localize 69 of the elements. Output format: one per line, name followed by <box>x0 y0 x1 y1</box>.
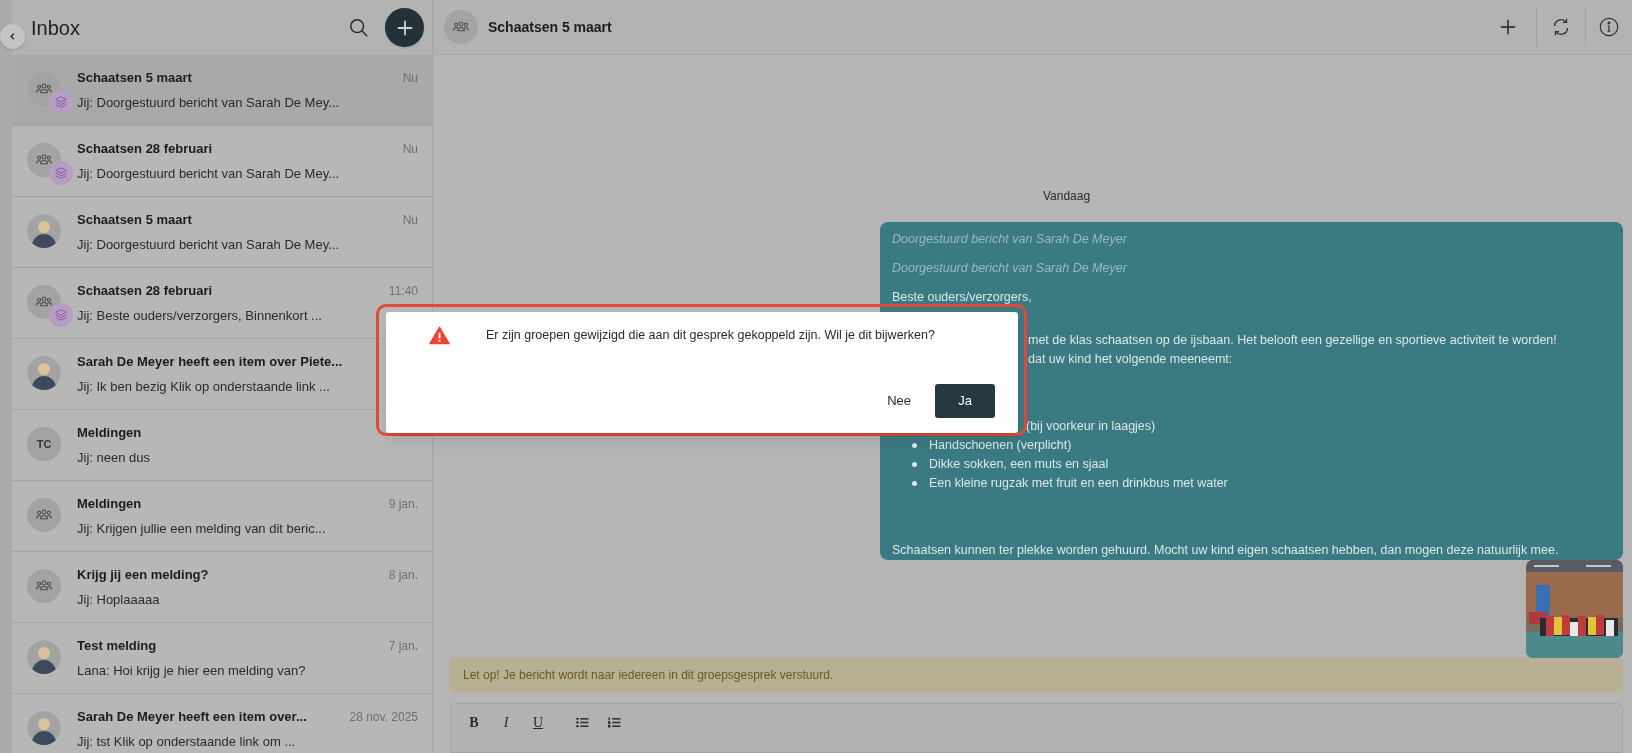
inbox-title: Inbox <box>31 15 81 41</box>
conversation-time: 7 jan. <box>388 637 418 655</box>
message-preview: Lana: Hoi krijg je hier een melding van? <box>77 662 307 680</box>
conversation-title: Sarah De Meyer heeft een item over... <box>77 707 308 726</box>
list-item-text: Een kleine rugzak met fruit en een drinkbus met water <box>929 475 1228 493</box>
plus-icon <box>1499 18 1517 36</box>
conversation-title: Sarah De Meyer heeft een item over Piete... <box>77 352 344 371</box>
conversation-time: Nu <box>402 140 418 158</box>
list-item-text: Dikke sokken, een muts en sjaal <box>929 456 1109 474</box>
message-preview: Jij: Beste ouders/verzorgers, Binnenkort ... <box>77 307 323 325</box>
cancel-button[interactable]: Nee <box>883 384 915 418</box>
conversation-title: Schaatsen 5 maart <box>77 68 193 87</box>
underline-button[interactable]: U <box>529 712 547 732</box>
message-preview: Jij: neen dus <box>77 449 151 467</box>
conversation-title: Schaatsen 28 februari <box>77 281 214 300</box>
conversation-title: Test melding <box>77 636 158 655</box>
message-text: met de klas schaatsen op de ijsbaan. Het belooft een gezellige en sportieve activiteit te worden! <box>1028 333 1557 347</box>
message-preview: Jij: tst Klik op onderstaande link om ... <box>77 733 297 751</box>
message-preview: Jij: Hoplaaaaa <box>77 591 161 609</box>
warning-icon <box>429 326 450 345</box>
bullet-icon <box>912 462 917 467</box>
message-preview: Jij: Doorgestuurd bericht van Sarah De Mey... <box>77 236 341 254</box>
message-text: dat uw kind het volgende meeneemt: <box>1028 352 1233 366</box>
notice-text: Let op! Je bericht wordt naar iedereen in dit groepsgesprek verstuurd. <box>463 667 834 684</box>
conversation-item[interactable]: Schaatsen 5 maart Nu Jij: Doorgestuurd bericht van Sarah De Mey... <box>12 55 432 126</box>
forwarded-label: Doorgestuurd bericht van Sarah De Meyer <box>892 231 1129 248</box>
message-preview: Jij: Doorgestuurd bericht van Sarah De Mey... <box>77 165 341 183</box>
group-avatar <box>27 569 61 603</box>
chevron-left-icon <box>8 32 17 41</box>
conversation-title: Schaatsen 5 maart <box>488 17 613 37</box>
message-preview: Jij: Krijgen jullie een melding van dit beric... <box>77 520 327 538</box>
conversation-time: 11:40 <box>388 282 418 300</box>
conversation-title: Meldingen <box>77 423 143 442</box>
message-text: Beste ouders/verzorgers, <box>892 290 1032 304</box>
conversation-title: Schaatsen 5 maart <box>77 210 193 229</box>
conversation-time: Nu <box>402 69 418 87</box>
conversation-title: Meldingen <box>77 494 143 513</box>
search-icon <box>348 16 370 39</box>
bold-button[interactable]: B <box>465 712 483 732</box>
group-avatar <box>444 10 478 44</box>
bullet-icon <box>912 443 917 448</box>
list-item-text: Handschoenen (verplicht) <box>929 437 1072 455</box>
plus-icon <box>395 18 414 37</box>
conversation-time: 8 jan. <box>388 566 418 584</box>
group-avatar <box>27 498 61 532</box>
person-avatar <box>27 640 61 674</box>
bullet-icon <box>912 481 917 486</box>
conversation-title: Krijg jij een melding? <box>77 565 210 584</box>
confirm-button[interactable]: Ja <box>935 384 995 418</box>
dialog-message: Er zijn groepen gewijzigd die aan dit gesprek gekoppeld zijn. Wil je dit bijwerken? <box>486 327 935 345</box>
initials-avatar: TC <box>27 427 61 461</box>
conversation-title: Schaatsen 28 februari <box>77 139 214 158</box>
forwarded-label: Doorgestuurd bericht van Sarah De Meyer <box>892 260 1129 277</box>
date-divider: Vandaag <box>1042 188 1091 205</box>
person-avatar <box>27 214 61 248</box>
message-preview: Jij: Doorgestuurd bericht van Sarah De Mey... <box>77 94 341 112</box>
person-avatar <box>27 356 61 390</box>
numbered-list-icon <box>607 716 621 728</box>
message-preview: Jij: Ik ben bezig Klik op onderstaande link ... <box>77 378 331 396</box>
conversation-time: Nu <box>402 211 418 229</box>
new-chat-button[interactable] <box>385 8 424 47</box>
list-item-text: (bij voorkeur in laagjes) <box>1026 418 1156 436</box>
conversation-time: 28 nov. 2025 <box>349 708 418 726</box>
conversation-time: 9 jan. <box>388 495 418 513</box>
info-icon <box>1598 16 1620 38</box>
person-avatar <box>27 711 61 745</box>
bullet-list-icon <box>575 716 589 728</box>
message-text: Schaatsen kunnen ter plekke worden gehuurd. Mocht uw kind eigen schaatsen hebben, dan mogen deze natuurlijk mee. <box>892 543 1559 557</box>
italic-button[interactable]: I <box>497 712 515 732</box>
